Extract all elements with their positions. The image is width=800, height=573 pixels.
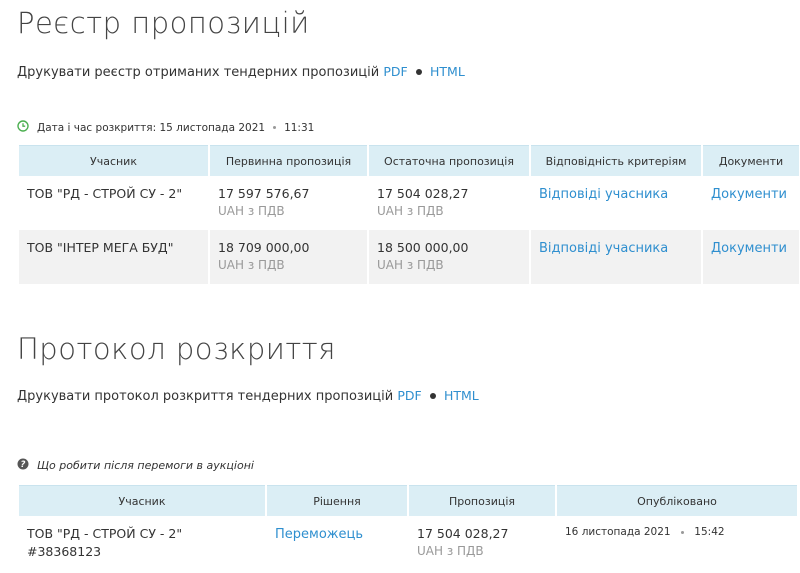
registry-table: Учасник Первинна пропозиція Остаточна пр… xyxy=(17,145,800,284)
criteria-cell: Відповіді учасника xyxy=(531,176,701,230)
help-text[interactable]: Що робити після перемоги в аукціоні xyxy=(37,459,254,472)
table-row: ТОВ "ІНТЕР МЕГА БУД" 18 709 000,00 UAH з… xyxy=(19,230,799,284)
col-criteria: Відповідність критеріям xyxy=(531,145,701,176)
published-time: 15:42 xyxy=(694,526,725,538)
published-cell: 16 листопада 2021 15:42 xyxy=(557,516,797,570)
col-published: Опубліковано xyxy=(557,485,797,516)
currency-label: UAH з ПДВ xyxy=(218,258,285,272)
participant-id: #38368123 xyxy=(27,544,102,559)
opening-date: Дата і час розкриття: 15 листопада 2021 xyxy=(37,121,266,134)
col-participant: Учасник xyxy=(19,485,265,516)
participant-answers-link[interactable]: Відповіді учасника xyxy=(539,241,668,256)
help-line[interactable]: ? Що робити після перемоги в аукціоні xyxy=(17,458,254,473)
final-offer-cell: 18 500 000,00 UAH з ПДВ xyxy=(369,230,529,284)
initial-offer: 18 709 000,00 xyxy=(218,240,310,255)
final-offer-cell: 17 504 028,27 UAH з ПДВ xyxy=(369,176,529,230)
documents-link[interactable]: Документи xyxy=(711,241,787,256)
winner-link[interactable]: Переможець xyxy=(275,527,363,542)
currency-label: UAH з ПДВ xyxy=(218,204,285,218)
participant-cell: ТОВ "РД - СТРОЙ СУ - 2" #38368123 xyxy=(19,516,265,570)
separator-dot xyxy=(415,68,422,75)
final-offer: 17 504 028,27 xyxy=(377,186,469,201)
table-row: ТОВ "РД - СТРОЙ СУ - 2" #38368123 Перемо… xyxy=(19,516,797,570)
col-participant: Учасник xyxy=(19,145,208,176)
registry-pdf-link[interactable]: PDF xyxy=(383,64,407,79)
registry-html-link[interactable]: HTML xyxy=(430,64,465,79)
protocol-pdf-link[interactable]: PDF xyxy=(397,388,421,403)
currency-label: UAH з ПДВ xyxy=(377,258,444,272)
protocol-html-link[interactable]: HTML xyxy=(444,388,479,403)
table-row: ТОВ "РД - СТРОЙ СУ - 2" 17 597 576,67 UA… xyxy=(19,176,799,230)
documents-cell: Документи xyxy=(703,176,799,230)
documents-link[interactable]: Документи xyxy=(711,187,787,202)
opening-time: 11:31 xyxy=(284,121,315,134)
documents-cell: Документи xyxy=(703,230,799,284)
col-documents: Документи xyxy=(703,145,799,176)
participant-name: ТОВ "ІНТЕР МЕГА БУД" xyxy=(19,230,208,284)
registry-print-line: Друкувати реєстр отриманих тендерних про… xyxy=(17,64,465,80)
currency-label: UAH з ПДВ xyxy=(377,204,444,218)
participant-answers-link[interactable]: Відповіді учасника xyxy=(539,187,668,202)
col-decision: Рішення xyxy=(267,485,407,516)
published-date: 16 листопада 2021 xyxy=(565,526,671,538)
col-initial-offer: Первинна пропозиція xyxy=(210,145,367,176)
question-icon: ? xyxy=(17,458,29,473)
participant-name: ТОВ "РД - СТРОЙ СУ - 2" xyxy=(27,186,183,201)
offer-amount: 17 504 028,27 xyxy=(417,526,509,541)
registry-print-text: Друкувати реєстр отриманих тендерних про… xyxy=(17,65,380,80)
initial-offer: 17 597 576,67 xyxy=(218,186,310,201)
clock-icon xyxy=(17,120,29,135)
svg-text:?: ? xyxy=(21,460,26,470)
protocol-title: Протокол розкриття xyxy=(17,332,336,366)
registry-title: Реєстр пропозицій xyxy=(17,6,310,40)
final-offer: 18 500 000,00 xyxy=(377,240,469,255)
offer-cell: 17 504 028,27 UAH з ПДВ xyxy=(409,516,555,570)
col-final-offer: Остаточна пропозиція xyxy=(369,145,529,176)
currency-label: UAH з ПДВ xyxy=(417,544,484,558)
initial-offer-cell: 17 597 576,67 UAH з ПДВ xyxy=(210,176,367,230)
decision-cell: Переможець xyxy=(267,516,407,570)
separator-dot xyxy=(429,392,436,399)
protocol-print-text: Друкувати протокол розкриття тендерних п… xyxy=(17,389,394,404)
opening-datetime: Дата і час розкриття: 15 листопада 2021 … xyxy=(17,120,314,135)
initial-offer-cell: 18 709 000,00 UAH з ПДВ xyxy=(210,230,367,284)
col-offer: Пропозиція xyxy=(409,485,555,516)
protocol-table: Учасник Рішення Пропозиція Опубліковано … xyxy=(17,485,799,570)
participant-name: ТОВ "РД - СТРОЙ СУ - 2" xyxy=(27,526,183,541)
protocol-print-line: Друкувати протокол розкриття тендерних п… xyxy=(17,388,479,404)
criteria-cell: Відповіді учасника xyxy=(531,230,701,284)
